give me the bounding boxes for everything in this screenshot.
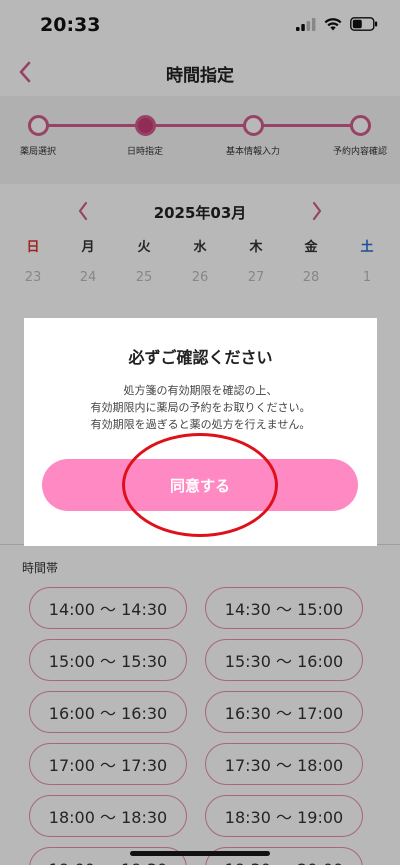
dialog-message-line: 有効期限内に薬局の予約をお取りください。: [90, 401, 311, 414]
dialog-title: 必ずご確認ください: [128, 348, 273, 367]
dialog-message-line: 有効期限を過ぎると薬の処方を行えません。: [90, 418, 311, 431]
dialog-message-line: 処方箋の有効期限を確認の上、: [123, 384, 278, 397]
home-indicator: [130, 851, 270, 856]
app-screen: 20:33 時間指定 薬局選択 日時指定 基本情報入力 予約内容確認 2025年…: [0, 0, 400, 865]
agree-button[interactable]: 同意する: [42, 459, 358, 511]
confirm-dialog: 必ずご確認ください 処方箋の有効期限を確認の上、 有効期限内に薬局の予約をお取り…: [24, 318, 377, 546]
